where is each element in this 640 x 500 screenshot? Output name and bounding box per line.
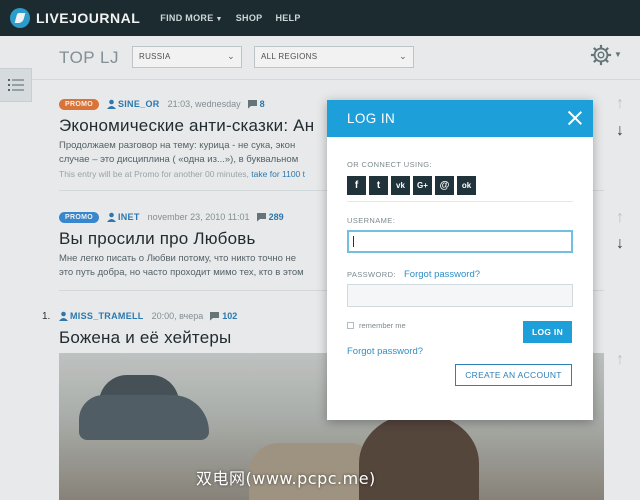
password-input[interactable] [347,284,573,307]
odnoklassniki-icon[interactable]: ok [457,176,476,195]
remember-me-checkbox[interactable] [347,322,354,329]
divider [347,201,573,202]
connect-label: OR CONNECT USING: [347,160,433,169]
username-input[interactable] [347,230,573,253]
username-label: USERNAME: [347,216,396,225]
forgot-password-link[interactable]: Forgot password? [347,346,423,357]
remember-me-label: remember me [359,321,406,330]
password-label: PASSWORD: [347,270,396,279]
mail-icon[interactable]: @ [435,176,454,195]
social-login-buttons: f t vk G+ @ ok [347,176,479,195]
twitter-icon[interactable]: t [369,176,388,195]
text-cursor [353,236,354,247]
vk-icon[interactable]: vk [391,176,410,195]
forgot-password-inline-link[interactable]: Forgot password? [404,269,480,280]
create-account-button[interactable]: CREATE AN ACCOUNT [455,364,572,386]
login-button[interactable]: LOG IN [523,321,572,343]
close-icon[interactable] [567,110,583,126]
login-modal: LOG IN OR CONNECT USING: f t vk G+ @ ok … [327,100,593,420]
watermark-text: 双电网(www.pcpc.me) [196,469,376,488]
login-modal-header: LOG IN [327,100,593,137]
facebook-icon[interactable]: f [347,176,366,195]
google-plus-icon[interactable]: G+ [413,176,432,195]
login-modal-title: LOG IN [347,111,396,126]
